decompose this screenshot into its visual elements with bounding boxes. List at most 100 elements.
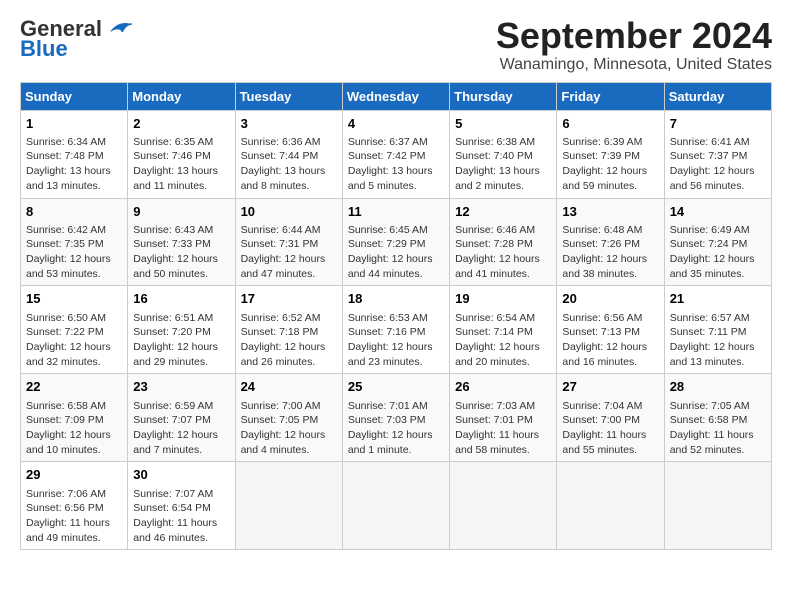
day-number: 8 xyxy=(26,203,122,221)
calendar-cell: 25 Sunrise: 7:01 AMSunset: 7:03 PMDayligh… xyxy=(342,374,449,462)
day-info: Sunrise: 6:44 AMSunset: 7:31 PMDaylight:… xyxy=(241,224,326,280)
day-number: 19 xyxy=(455,290,551,308)
calendar-body: 1 Sunrise: 6:34 AMSunset: 7:48 PMDaylight… xyxy=(21,110,772,550)
calendar-cell: 5Sunrise: 6:38 AMSunset: 7:40 PMDaylight… xyxy=(450,110,557,198)
calendar-week-5: 29 Sunrise: 7:06 AMSunset: 6:56 PMDayligh… xyxy=(21,462,772,550)
day-info: Sunrise: 6:53 AMSunset: 7:16 PMDaylight:… xyxy=(348,312,433,368)
day-number: 4 xyxy=(348,115,444,133)
day-number: 30 xyxy=(133,466,229,484)
day-info: Sunrise: 6:43 AMSunset: 7:33 PMDaylight:… xyxy=(133,224,218,280)
column-header-friday: Friday xyxy=(557,82,664,110)
day-number: 18 xyxy=(348,290,444,308)
calendar-cell: 2 Sunrise: 6:35 AMSunset: 7:46 PMDaylight… xyxy=(128,110,235,198)
calendar-cell: 21 Sunrise: 6:57 AMSunset: 7:11 PMDayligh… xyxy=(664,286,771,374)
calendar-cell: 24 Sunrise: 7:00 AMSunset: 7:05 PMDayligh… xyxy=(235,374,342,462)
calendar-table: SundayMondayTuesdayWednesdayThursdayFrid… xyxy=(20,82,772,551)
column-header-wednesday: Wednesday xyxy=(342,82,449,110)
day-info: Sunrise: 7:06 AMSunset: 6:56 PMDaylight:… xyxy=(26,488,110,544)
calendar-cell: 14Sunrise: 6:49 AMSunset: 7:24 PMDayligh… xyxy=(664,198,771,286)
day-number: 11 xyxy=(348,203,444,221)
title-block: September 2024 Wanamingo, Minnesota, Uni… xyxy=(496,16,772,74)
day-info: Sunrise: 6:49 AMSunset: 7:24 PMDaylight:… xyxy=(670,224,755,280)
day-info: Sunrise: 7:01 AMSunset: 7:03 PMDaylight:… xyxy=(348,400,433,456)
calendar-cell: 8Sunrise: 6:42 AMSunset: 7:35 PMDaylight… xyxy=(21,198,128,286)
day-number: 12 xyxy=(455,203,551,221)
column-header-thursday: Thursday xyxy=(450,82,557,110)
day-number: 10 xyxy=(241,203,337,221)
day-info: Sunrise: 6:38 AMSunset: 7:40 PMDaylight:… xyxy=(455,136,540,192)
calendar-cell: 22 Sunrise: 6:58 AMSunset: 7:09 PMDayligh… xyxy=(21,374,128,462)
day-number: 13 xyxy=(562,203,658,221)
calendar-cell: 19 Sunrise: 6:54 AMSunset: 7:14 PMDayligh… xyxy=(450,286,557,374)
day-number: 23 xyxy=(133,378,229,396)
calendar-cell xyxy=(557,462,664,550)
day-number: 22 xyxy=(26,378,122,396)
calendar-cell: 3Sunrise: 6:36 AMSunset: 7:44 PMDaylight… xyxy=(235,110,342,198)
calendar-cell: 6Sunrise: 6:39 AMSunset: 7:39 PMDaylight… xyxy=(557,110,664,198)
calendar-cell: 30 Sunrise: 7:07 AMSunset: 6:54 PMDayligh… xyxy=(128,462,235,550)
day-number: 7 xyxy=(670,115,766,133)
day-number: 21 xyxy=(670,290,766,308)
day-number: 27 xyxy=(562,378,658,396)
calendar-cell: 23 Sunrise: 6:59 AMSunset: 7:07 PMDayligh… xyxy=(128,374,235,462)
day-number: 15 xyxy=(26,290,122,308)
day-info: Sunrise: 6:51 AMSunset: 7:20 PMDaylight:… xyxy=(133,312,218,368)
day-info: Sunrise: 6:52 AMSunset: 7:18 PMDaylight:… xyxy=(241,312,326,368)
day-number: 26 xyxy=(455,378,551,396)
logo-blue: Blue xyxy=(20,36,68,62)
logo: General Blue xyxy=(20,16,134,62)
day-info: Sunrise: 6:54 AMSunset: 7:14 PMDaylight:… xyxy=(455,312,540,368)
day-number: 24 xyxy=(241,378,337,396)
day-info: Sunrise: 6:46 AMSunset: 7:28 PMDaylight:… xyxy=(455,224,540,280)
day-info: Sunrise: 6:34 AMSunset: 7:48 PMDaylight:… xyxy=(26,136,111,192)
day-info: Sunrise: 6:37 AMSunset: 7:42 PMDaylight:… xyxy=(348,136,433,192)
day-info: Sunrise: 6:45 AMSunset: 7:29 PMDaylight:… xyxy=(348,224,433,280)
calendar-cell xyxy=(664,462,771,550)
calendar-cell xyxy=(235,462,342,550)
day-info: Sunrise: 6:58 AMSunset: 7:09 PMDaylight:… xyxy=(26,400,111,456)
day-info: Sunrise: 7:04 AMSunset: 7:00 PMDaylight:… xyxy=(562,400,646,456)
calendar-cell: 4 Sunrise: 6:37 AMSunset: 7:42 PMDaylight… xyxy=(342,110,449,198)
calendar-cell: 16 Sunrise: 6:51 AMSunset: 7:20 PMDayligh… xyxy=(128,286,235,374)
calendar-week-3: 15 Sunrise: 6:50 AMSunset: 7:22 PMDayligh… xyxy=(21,286,772,374)
calendar-cell: 18 Sunrise: 6:53 AMSunset: 7:16 PMDayligh… xyxy=(342,286,449,374)
calendar-cell xyxy=(342,462,449,550)
day-number: 28 xyxy=(670,378,766,396)
calendar-cell: 28Sunrise: 7:05 AMSunset: 6:58 PMDayligh… xyxy=(664,374,771,462)
page-header: General Blue September 2024 Wanamingo, M… xyxy=(20,16,772,74)
day-info: Sunrise: 6:57 AMSunset: 7:11 PMDaylight:… xyxy=(670,312,755,368)
day-number: 16 xyxy=(133,290,229,308)
day-info: Sunrise: 6:56 AMSunset: 7:13 PMDaylight:… xyxy=(562,312,647,368)
day-number: 20 xyxy=(562,290,658,308)
page-title: September 2024 xyxy=(496,16,772,56)
day-number: 29 xyxy=(26,466,122,484)
day-info: Sunrise: 6:59 AMSunset: 7:07 PMDaylight:… xyxy=(133,400,218,456)
day-number: 17 xyxy=(241,290,337,308)
day-number: 6 xyxy=(562,115,658,133)
day-info: Sunrise: 6:41 AMSunset: 7:37 PMDaylight:… xyxy=(670,136,755,192)
calendar-cell: 29 Sunrise: 7:06 AMSunset: 6:56 PMDayligh… xyxy=(21,462,128,550)
day-number: 3 xyxy=(241,115,337,133)
day-number: 25 xyxy=(348,378,444,396)
calendar-cell: 7 Sunrise: 6:41 AMSunset: 7:37 PMDaylight… xyxy=(664,110,771,198)
day-number: 2 xyxy=(133,115,229,133)
column-header-saturday: Saturday xyxy=(664,82,771,110)
day-info: Sunrise: 7:00 AMSunset: 7:05 PMDaylight:… xyxy=(241,400,326,456)
calendar-cell xyxy=(450,462,557,550)
calendar-cell: 1 Sunrise: 6:34 AMSunset: 7:48 PMDaylight… xyxy=(21,110,128,198)
column-header-sunday: Sunday xyxy=(21,82,128,110)
column-header-monday: Monday xyxy=(128,82,235,110)
day-info: Sunrise: 7:07 AMSunset: 6:54 PMDaylight:… xyxy=(133,488,217,544)
page-subtitle: Wanamingo, Minnesota, United States xyxy=(496,56,772,74)
day-number: 1 xyxy=(26,115,122,133)
calendar-cell: 9Sunrise: 6:43 AMSunset: 7:33 PMDaylight… xyxy=(128,198,235,286)
calendar-cell: 12 Sunrise: 6:46 AMSunset: 7:28 PMDayligh… xyxy=(450,198,557,286)
day-info: Sunrise: 6:35 AMSunset: 7:46 PMDaylight:… xyxy=(133,136,218,192)
calendar-week-4: 22 Sunrise: 6:58 AMSunset: 7:09 PMDayligh… xyxy=(21,374,772,462)
day-info: Sunrise: 7:03 AMSunset: 7:01 PMDaylight:… xyxy=(455,400,539,456)
day-info: Sunrise: 6:50 AMSunset: 7:22 PMDaylight:… xyxy=(26,312,111,368)
calendar-cell: 17 Sunrise: 6:52 AMSunset: 7:18 PMDayligh… xyxy=(235,286,342,374)
calendar-week-1: 1 Sunrise: 6:34 AMSunset: 7:48 PMDaylight… xyxy=(21,110,772,198)
calendar-cell: 15 Sunrise: 6:50 AMSunset: 7:22 PMDayligh… xyxy=(21,286,128,374)
calendar-cell: 27 Sunrise: 7:04 AMSunset: 7:00 PMDayligh… xyxy=(557,374,664,462)
